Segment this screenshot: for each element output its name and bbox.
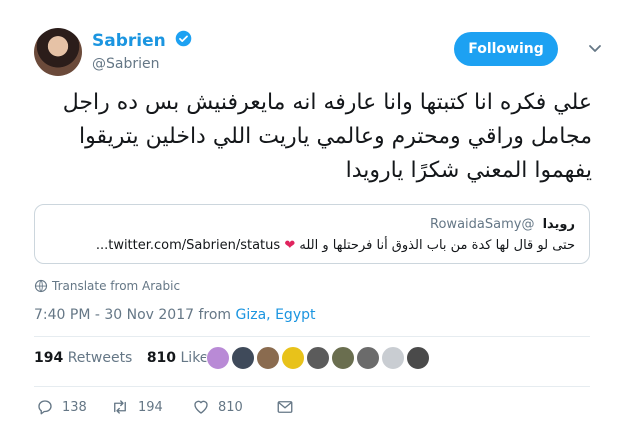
quoted-tweet-header: رويدا @RowaidaSamy — [430, 217, 575, 232]
liker-avatar[interactable] — [356, 346, 380, 370]
display-name[interactable]: Sabrien — [92, 31, 166, 51]
chevron-down-icon[interactable] — [585, 38, 605, 58]
liker-avatar[interactable] — [381, 346, 405, 370]
tweet-timestamp: 7:40 PM - 30 Nov 2017 from Giza, Egypt — [34, 307, 315, 323]
liker-avatars — [206, 346, 431, 374]
tweet-line: علي فكره انا كتبتها وانا عارفه انه مايعر… — [62, 90, 592, 115]
liker-avatar[interactable] — [256, 346, 280, 370]
like-button[interactable]: 810 — [192, 398, 243, 416]
divider — [34, 386, 590, 387]
like-count: 810 — [218, 400, 243, 415]
heart-icon — [194, 400, 208, 414]
tweet-text: علي فكره انا كتبتها وانا عارفه انه مايعر… — [34, 86, 592, 188]
envelope-icon — [277, 401, 293, 413]
tweet-line: يفهموا المعني شكرًا يارويدا — [345, 158, 592, 183]
liker-avatar[interactable] — [281, 346, 305, 370]
retweets-label[interactable]: Retweets — [68, 350, 133, 366]
reply-button[interactable]: 138 — [36, 398, 87, 416]
tweet-header: Sabrien @Sabrien Following — [34, 24, 604, 76]
red-heart-icon: ❤ — [284, 238, 296, 253]
divider — [34, 336, 590, 337]
liker-avatar[interactable] — [306, 346, 330, 370]
translate-link[interactable]: Translate from Arabic — [34, 279, 180, 293]
user-names: Sabrien @Sabrien — [92, 30, 192, 72]
tweet-stats: 194 Retweets 810 Likes — [34, 350, 226, 370]
liker-avatar[interactable] — [206, 346, 230, 370]
reply-icon — [38, 400, 52, 415]
translate-label[interactable]: Translate from Arabic — [52, 279, 180, 293]
quoted-tweet-handle: @RowaidaSamy — [430, 217, 535, 232]
following-button[interactable]: Following — [454, 32, 558, 66]
globe-icon — [34, 279, 48, 293]
quoted-tweet[interactable]: رويدا @RowaidaSamy حتى لو قال لها كدة من… — [34, 204, 590, 264]
quoted-tweet-text: حتى لو قال لها كدة من باب الذوق أنا فرحت… — [299, 238, 575, 253]
quoted-tweet-link[interactable]: twitter.com/Sabrien/status... — [96, 238, 280, 253]
retweet-total[interactable]: 194 — [34, 350, 63, 366]
user-handle[interactable]: @Sabrien — [92, 56, 192, 72]
quoted-tweet-name: رويدا — [542, 217, 575, 232]
retweet-button[interactable]: 194 — [110, 398, 163, 416]
verified-badge-icon — [175, 30, 192, 51]
like-total[interactable]: 810 — [147, 350, 176, 366]
liker-avatar[interactable] — [406, 346, 430, 370]
avatar[interactable] — [34, 28, 82, 76]
tweet-line: مجامل وراقي ومحترم وعالمي ياريت اللي داخ… — [79, 124, 592, 149]
quoted-tweet-body: حتى لو قال لها كدة من باب الذوق أنا فرحت… — [96, 238, 575, 253]
liker-avatar[interactable] — [331, 346, 355, 370]
location-link[interactable]: Giza, Egypt — [236, 307, 316, 323]
liker-avatar[interactable] — [231, 346, 255, 370]
retweet-icon — [114, 400, 126, 414]
time-date: 7:40 PM - 30 Nov 2017 from — [34, 307, 232, 323]
reply-count: 138 — [62, 400, 87, 415]
direct-message-button[interactable] — [276, 398, 294, 416]
retweet-count: 194 — [138, 400, 163, 415]
